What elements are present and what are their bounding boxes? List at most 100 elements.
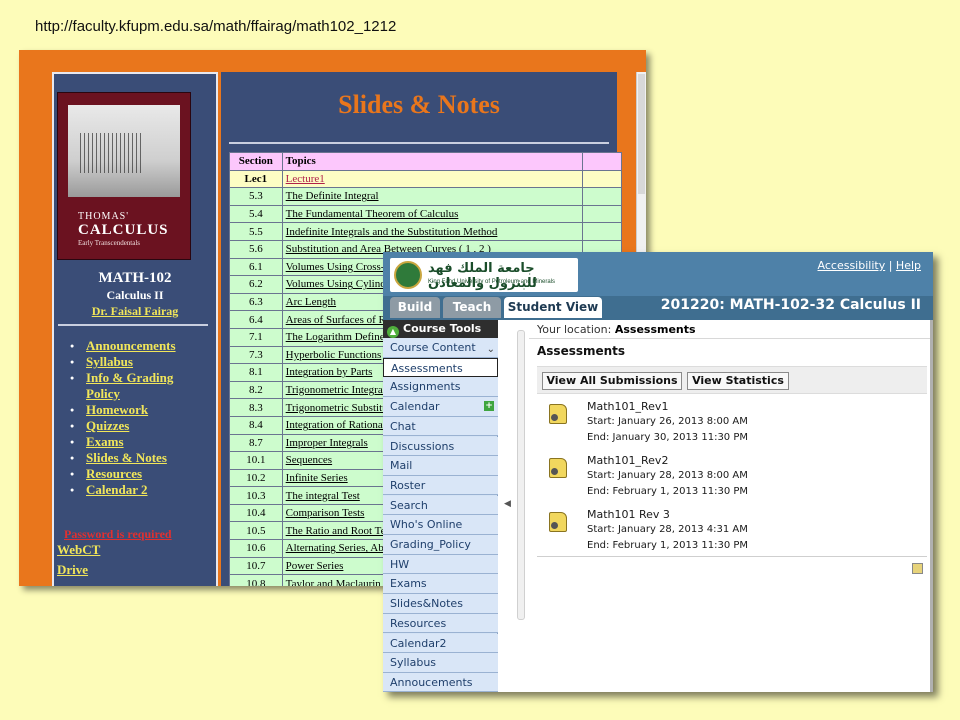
menu-announcements[interactable]: Announcements [70, 338, 196, 354]
course-name: Calculus II [106, 288, 164, 302]
nav-item-label: Search [390, 498, 428, 512]
assessment-name[interactable]: Math101 Rev 3 [587, 508, 670, 521]
menu-slides-notes[interactable]: Slides & Notes [70, 450, 196, 466]
nav-item-label: Discussions [390, 439, 455, 453]
nav-item[interactable]: Discussions [383, 436, 498, 457]
accessibility-link[interactable]: Accessibility [818, 259, 886, 272]
view-all-submissions-button[interactable]: View All Submissions [542, 372, 682, 390]
row-section: 7.1 [229, 327, 283, 347]
nav-item[interactable]: HW [383, 554, 498, 575]
row-section: 10.1 [229, 451, 283, 470]
faculty-scroll-thumb[interactable] [638, 74, 645, 194]
nav-item-label: Resources [390, 616, 447, 630]
menu-resources[interactable]: Resources [70, 466, 196, 482]
book-title-line1: THOMAS' [78, 211, 130, 222]
nav-item[interactable]: Mail [383, 456, 498, 476]
nav-item[interactable]: Resources [383, 613, 498, 634]
nav-item[interactable]: Who's Online [383, 515, 498, 535]
assessment-icon [549, 404, 567, 424]
row-section: 8.3 [229, 398, 283, 417]
row-topic-link[interactable]: Indefinite Integrals and the Substitutio… [281, 222, 584, 241]
top-links: Accessibility | Help [818, 259, 921, 272]
row-section: 6.3 [229, 292, 283, 312]
nav-scrollbar[interactable] [517, 330, 525, 620]
breadcrumb-divider [529, 338, 933, 339]
password-note: Password is required [64, 527, 172, 541]
view-statistics-button[interactable]: View Statistics [687, 372, 789, 390]
drive-link[interactable]: Drive [57, 562, 88, 578]
nav-item[interactable]: Assessments [383, 357, 498, 378]
row-section: 7.3 [229, 345, 283, 365]
nav-item-label: Assignments [390, 380, 461, 394]
title-divider [229, 142, 609, 144]
book-cover-trees [80, 133, 142, 173]
row-topic-link[interactable]: The Definite Integral [281, 187, 584, 206]
row-section: 8.4 [229, 415, 283, 435]
menu-quizzes[interactable]: Quizzes [70, 418, 196, 434]
assessment-name[interactable]: Math101_Rev2 [587, 454, 668, 467]
assessment-end: End: February 1, 2013 11:30 PM [587, 486, 749, 497]
nav-item[interactable]: Chat [383, 416, 498, 437]
nav-item[interactable]: Syllabus [383, 653, 498, 673]
menu-homework[interactable]: Homework [70, 402, 196, 418]
row-section: 8.2 [229, 380, 283, 400]
nav-item-label: Roster [390, 478, 426, 492]
nav-item-label: Calendar2 [390, 636, 447, 650]
row-topic-link[interactable]: The Fundamental Theorem of Calculus [281, 204, 584, 224]
assessment-name[interactable]: Math101_Rev1 [587, 400, 668, 413]
row-section: 5.6 [229, 239, 283, 259]
book-title-line2: CALCULUS [78, 222, 169, 238]
row-section: 10.7 [229, 556, 283, 576]
url-caption: http://faculty.kfupm.edu.sa/math/ffairag… [35, 18, 397, 35]
breadcrumb: Your location: Assessments [537, 323, 696, 336]
assessment-start: Start: January 26, 2013 8:00 AM [587, 416, 748, 427]
nav-item[interactable]: Exams [383, 574, 498, 594]
nav-item[interactable]: Calendar2 [383, 633, 498, 654]
row-topic-link[interactable]: Lecture1 [281, 169, 584, 189]
nav-item[interactable]: Search [383, 495, 498, 516]
menu-syllabus[interactable]: Syllabus [70, 354, 196, 370]
nav-splitter[interactable]: ◀ [501, 320, 529, 692]
assessment-end: End: February 1, 2013 11:30 PM [587, 540, 749, 551]
nav-item-label: Grading_Policy [390, 538, 471, 551]
university-emblem-icon [394, 261, 422, 289]
nav-item[interactable]: Assignments [383, 377, 498, 397]
table-row: 5.5 Indefinite Integrals and the Substitu… [229, 222, 622, 241]
row-section: 10.5 [229, 521, 283, 541]
row-section: 10.8 [229, 574, 283, 586]
expand-chevron-icon[interactable]: ⌄ [487, 340, 495, 359]
webct-link[interactable]: WebCT [57, 542, 100, 558]
assessment-item[interactable]: Math101_Rev1 Start: January 26, 2013 8:0… [537, 400, 927, 454]
tab-teach[interactable]: Teach [443, 297, 501, 318]
assessment-item[interactable]: Math101_Rev2 Start: January 28, 2013 8:0… [537, 454, 927, 508]
menu-calendar-2[interactable]: Calendar 2 [70, 482, 196, 498]
nav-item[interactable]: Annoucements [383, 672, 498, 692]
nav-item[interactable]: Course Content ⌄ [383, 338, 498, 358]
course-title: 201220: MATH-102-32 Calculus II [660, 297, 921, 313]
add-event-icon[interactable]: + [484, 401, 494, 412]
tab-student-view[interactable]: Student View [504, 297, 602, 318]
menu-info-grading[interactable]: Info & Grading Policy [70, 370, 196, 402]
button-bar: View All Submissions View Statistics [537, 366, 927, 394]
help-link[interactable]: Help [896, 259, 921, 272]
collapse-arrow-icon[interactable]: ◀ [504, 498, 511, 509]
tab-build[interactable]: Build [390, 297, 440, 318]
edit-page-icon[interactable] [912, 563, 923, 574]
nav-item[interactable]: Roster [383, 475, 498, 496]
menu-exams[interactable]: Exams [70, 434, 196, 450]
nav-item[interactable]: Calendar + [383, 397, 498, 417]
nav-item[interactable]: Grading_Policy [383, 535, 498, 555]
assessment-item[interactable]: Math101 Rev 3 Start: January 28, 2013 4:… [537, 508, 927, 562]
course-tools-header[interactable]: ▲ Course Tools [383, 320, 498, 338]
row-section: 10.6 [229, 539, 283, 558]
sidebar-divider [58, 324, 208, 326]
row-section: 10.4 [229, 503, 283, 523]
instructor-link[interactable]: Dr. Faisal Fairag [54, 304, 216, 319]
top-links-separator: | [888, 259, 893, 272]
nav-item[interactable]: Slides&Notes [383, 594, 498, 614]
assessment-end: End: January 30, 2013 11:30 PM [587, 432, 749, 443]
webct-header: جامعة الملك فهد للبترول والمعادن King Fa… [383, 252, 933, 296]
nav-item-label: Mail [390, 459, 413, 473]
collapse-up-icon[interactable]: ▲ [387, 326, 399, 338]
row-blank [582, 169, 622, 189]
